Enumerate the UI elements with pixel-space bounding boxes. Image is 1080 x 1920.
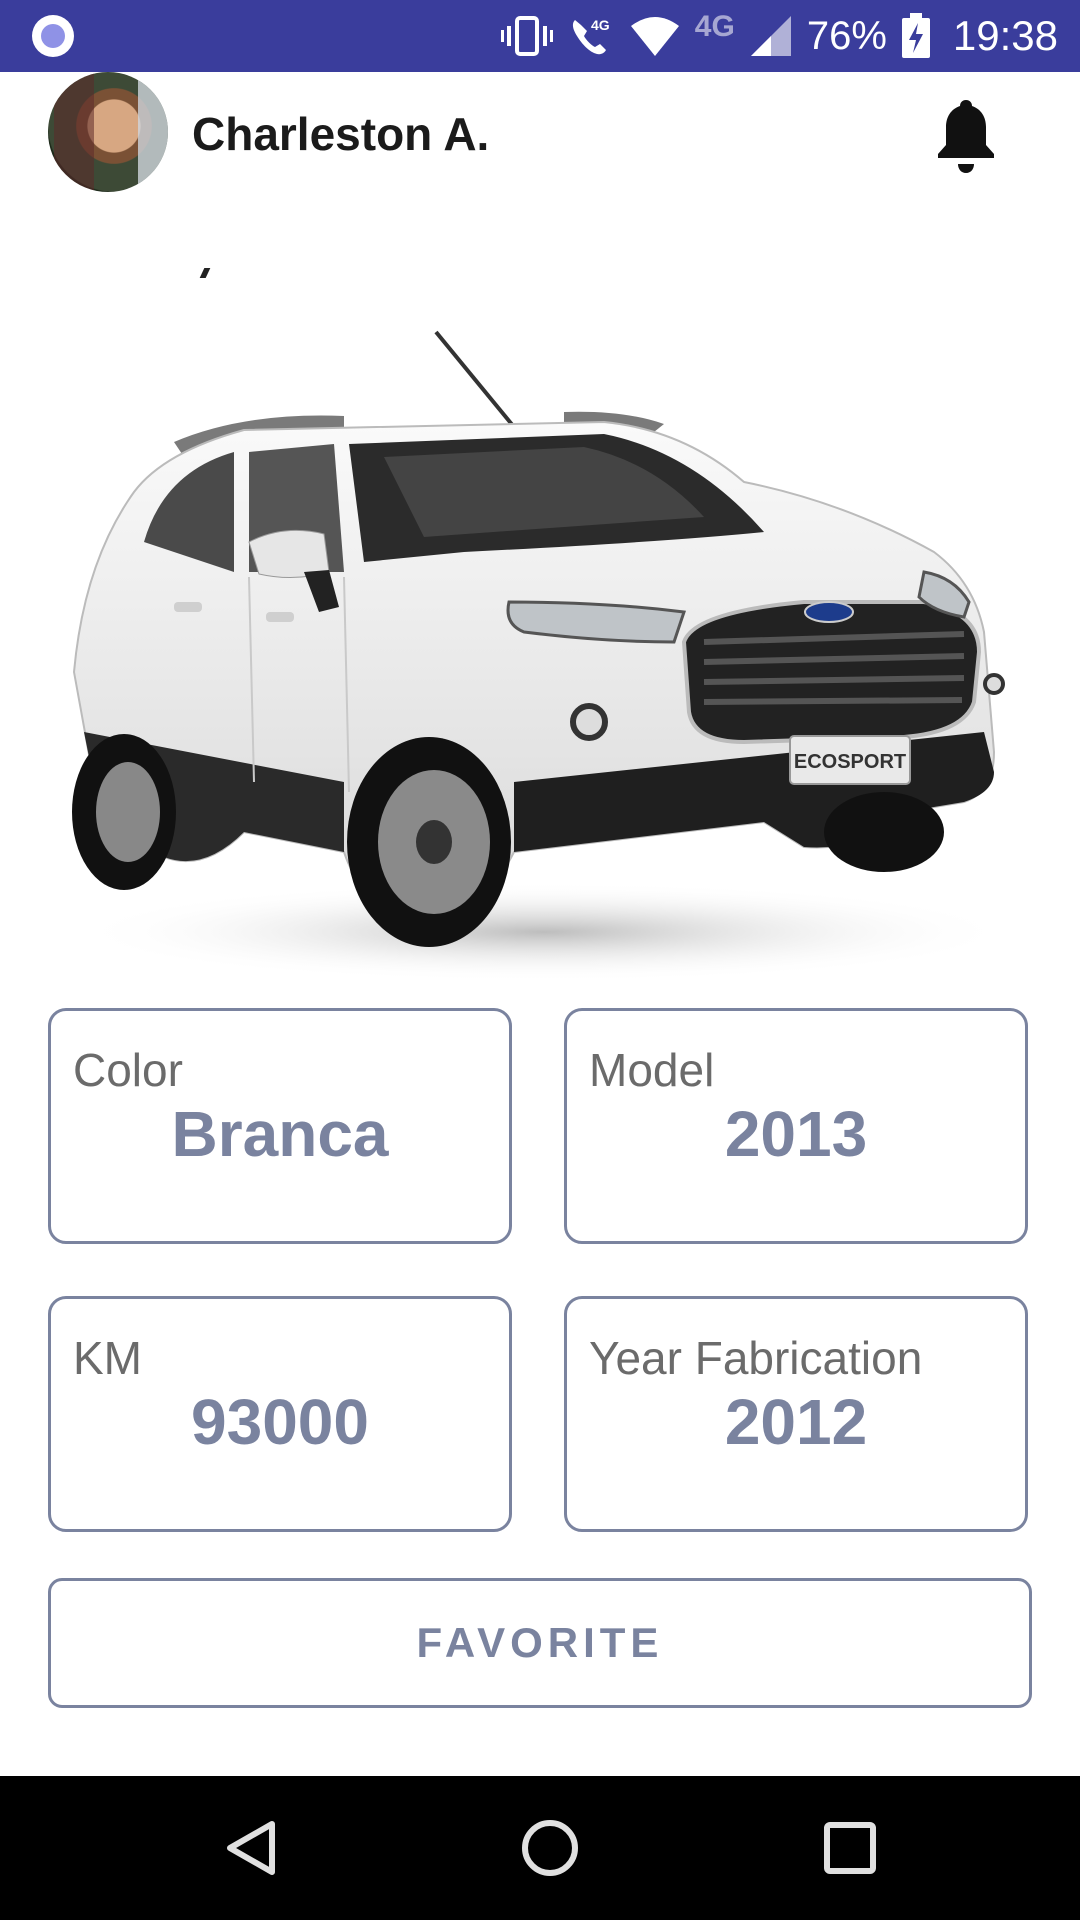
km-value: 93000 — [191, 1386, 369, 1458]
cell-signal-icon — [749, 14, 793, 58]
call-4g-label: 4G — [591, 17, 610, 33]
back-icon[interactable] — [190, 1776, 310, 1920]
avatar[interactable] — [48, 72, 168, 192]
recents-icon[interactable] — [790, 1776, 910, 1920]
battery-charging-icon — [901, 13, 931, 59]
car-image: ECOSPORT — [44, 312, 1036, 984]
home-icon[interactable] — [490, 1776, 610, 1920]
license-plate-text: ECOSPORT — [794, 751, 906, 773]
model-card: Model 2013 — [564, 1008, 1028, 1244]
year-fabrication-label: Year Fabrication — [589, 1332, 923, 1384]
model-label: Model — [589, 1044, 715, 1096]
stray-mark — [199, 268, 211, 278]
notifications-bell-icon[interactable] — [934, 96, 998, 176]
wifi-calling-icon: 4G — [567, 14, 615, 58]
color-value: Branca — [171, 1098, 389, 1170]
navigation-bar — [0, 1776, 1080, 1920]
status-bar: 4G 4G 76% 19:38 — [0, 0, 1080, 72]
km-card: KM 93000 — [48, 1296, 512, 1532]
network-type-label: 4G — [694, 10, 735, 43]
favorite-button[interactable]: FAVORITE — [48, 1578, 1032, 1708]
color-label: Color — [73, 1044, 183, 1096]
km-label: KM — [73, 1332, 142, 1384]
model-value: 2013 — [724, 1098, 868, 1170]
battery-percent: 76% — [806, 13, 887, 58]
user-name: Charleston A. — [192, 108, 490, 160]
year-fabrication-value: 2012 — [724, 1386, 868, 1458]
vibrate-icon — [500, 14, 553, 58]
year-fabrication-card: Year Fabrication 2012 — [564, 1296, 1028, 1532]
color-card: Color Branca — [48, 1008, 512, 1244]
wifi-icon — [629, 14, 681, 58]
clock: 19:38 — [952, 12, 1058, 59]
notification-dot-icon — [32, 15, 74, 57]
